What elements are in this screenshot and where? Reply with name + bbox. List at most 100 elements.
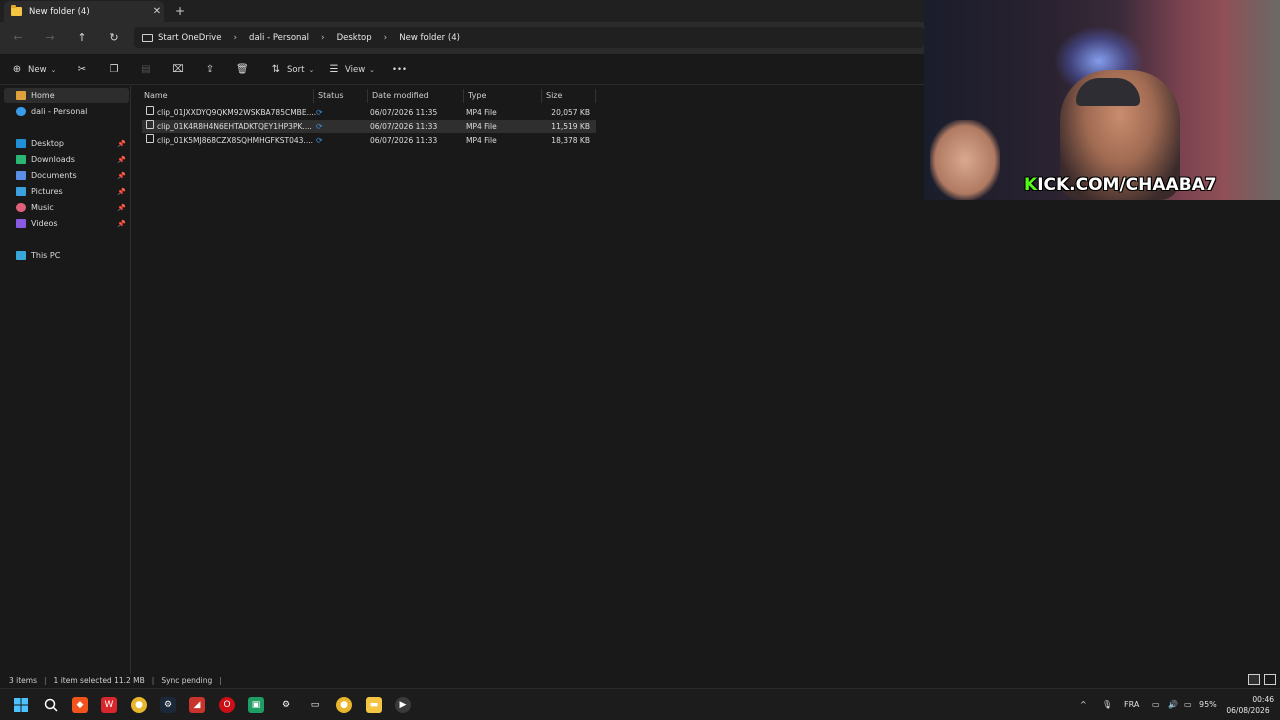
sort-label: Sort <box>287 65 305 75</box>
sidebar-item-music[interactable]: Music 📌 <box>4 200 129 215</box>
breadcrumb-dali-personal[interactable]: dali - Personal <box>249 33 309 43</box>
sidebar-item-onedrive[interactable]: dali - Personal <box>4 104 129 119</box>
breadcrumb-desktop[interactable]: Desktop <box>337 33 372 43</box>
sidebar-item-label: Downloads <box>31 155 75 164</box>
tab-new-folder[interactable]: New folder (4) ✕ <box>4 1 164 22</box>
steam-icon[interactable]: ⚙ <box>160 697 176 713</box>
status-bar: 3 items | 1 item selected 11.2 MB | Sync… <box>0 672 1280 688</box>
sidebar-item-videos[interactable]: Videos 📌 <box>4 216 129 231</box>
pin-icon[interactable]: 📌 <box>117 172 126 180</box>
pin-icon[interactable]: 📌 <box>117 156 126 164</box>
microphone-icon[interactable]: 🎙 <box>1102 700 1112 709</box>
pin-icon[interactable]: 📌 <box>117 188 126 196</box>
terminal-icon[interactable]: ▭ <box>307 697 323 713</box>
breadcrumb-start-onedrive[interactable]: Start OneDrive <box>158 33 221 43</box>
settings-gear-icon[interactable]: ⚙ <box>278 697 294 713</box>
pictures-icon <box>16 187 26 196</box>
chevron-right-icon[interactable]: › <box>321 33 325 43</box>
sidebar-item-label: Pictures <box>31 187 63 196</box>
trash-icon: 🗑 <box>236 64 249 75</box>
file-type: MP4 File <box>466 122 497 131</box>
copy-icon: ❐ <box>109 64 119 75</box>
view-button[interactable]: ☰ View ⌄ <box>328 63 376 77</box>
forward-button[interactable]: → <box>42 30 58 46</box>
chevron-up-icon[interactable]: ^ <box>1080 700 1087 709</box>
more-icon: ••• <box>392 65 408 75</box>
paste-button[interactable]: ▤ <box>140 63 152 77</box>
display-icon[interactable]: ▭ <box>1152 700 1160 709</box>
divider: | <box>151 675 155 685</box>
app-green-icon[interactable]: ▣ <box>248 697 264 713</box>
tiles-view-icon[interactable] <box>1264 674 1276 685</box>
sort-button[interactable]: ⇅ Sort ⌄ <box>270 63 315 77</box>
share-button[interactable]: ⇪ <box>204 63 216 77</box>
chevron-right-icon[interactable]: › <box>384 33 388 43</box>
column-header-size[interactable]: Size <box>542 89 596 103</box>
column-header-date[interactable]: Date modified <box>368 89 464 103</box>
navigation-pane: Home dali - Personal Desktop 📌 Downloads… <box>0 86 131 674</box>
video-file-icon <box>146 134 154 143</box>
breadcrumb-new-folder[interactable]: New folder (4) <box>399 33 460 43</box>
search-icon[interactable] <box>43 697 59 713</box>
pin-icon[interactable]: 📌 <box>117 140 126 148</box>
cut-button[interactable]: ✂ <box>76 63 88 77</box>
sidebar-item-label: dali - Personal <box>31 107 88 116</box>
up-button[interactable]: ↑ <box>74 30 90 46</box>
table-row[interactable]: clip_01K5MJ868CZX8SQHMHGFKST043.... ⟳ 06… <box>142 134 596 147</box>
column-header-status[interactable]: Status <box>314 89 368 103</box>
pin-icon[interactable]: 📌 <box>117 204 126 212</box>
sidebar-item-home[interactable]: Home <box>4 88 129 103</box>
close-tab-icon[interactable]: ✕ <box>150 6 164 17</box>
hand-image <box>930 120 1000 200</box>
sort-icon: ⇅ <box>271 64 281 75</box>
sidebar-item-documents[interactable]: Documents 📌 <box>4 168 129 183</box>
sidebar-item-downloads[interactable]: Downloads 📌 <box>4 152 129 167</box>
language-indicator[interactable]: FRA <box>1124 700 1139 709</box>
pin-icon[interactable]: 📌 <box>117 220 126 228</box>
sidebar-item-pictures[interactable]: Pictures 📌 <box>4 184 129 199</box>
file-size: 11,519 KB <box>551 122 590 131</box>
new-tab-button[interactable]: + <box>172 3 188 19</box>
chevron-right-icon[interactable]: › <box>233 33 237 43</box>
divider: | <box>219 675 222 685</box>
details-view-icon[interactable] <box>1248 674 1260 685</box>
chrome-icon[interactable]: ● <box>131 697 147 713</box>
table-row[interactable]: clip_01K4R8H4N6EHTADKTQEY1HP3PK.... ⟳ 06… <box>142 120 596 133</box>
brave-browser-icon[interactable]: ◆ <box>72 697 88 713</box>
sidebar-item-this-pc[interactable]: This PC <box>4 248 129 263</box>
table-row[interactable]: clip_01JXXDYQ9QKM92WSKBA785CMBE.... ⟳ 06… <box>142 106 596 119</box>
chevron-down-icon: ⌄ <box>369 66 376 74</box>
back-button[interactable]: ← <box>10 30 26 46</box>
refresh-button[interactable]: ↻ <box>106 30 122 46</box>
file-size: 20,057 KB <box>551 108 590 117</box>
opera-icon[interactable]: O <box>219 697 235 713</box>
rename-icon: ⌧ <box>172 64 184 75</box>
more-options-button[interactable]: ••• <box>392 63 407 77</box>
rename-button[interactable]: ⌧ <box>172 63 184 77</box>
downloads-icon <box>16 155 26 164</box>
folder-icon <box>11 5 22 16</box>
column-header-name[interactable]: Name <box>140 89 314 103</box>
time: 00:46 <box>1252 695 1274 704</box>
clock[interactable]: 00:46 06/08/2026 <box>1222 694 1274 716</box>
sidebar-item-label: Desktop <box>31 139 64 148</box>
windows-start-icon[interactable] <box>13 697 29 713</box>
volume-icon[interactable]: 🔊 <box>1168 700 1178 709</box>
delete-button[interactable]: 🗑 <box>236 63 249 77</box>
copy-button[interactable]: ❐ <box>108 63 120 77</box>
media-player-icon[interactable]: ▶ <box>395 697 411 713</box>
sidebar-item-desktop[interactable]: Desktop 📌 <box>4 136 129 151</box>
address-bar[interactable]: Start OneDrive › dali - Personal › Deskt… <box>134 27 924 48</box>
app-red-icon[interactable]: ◢ <box>189 697 205 713</box>
file-type: MP4 File <box>466 136 497 145</box>
plus-circle-icon: ⊕ <box>12 64 22 75</box>
file-name: clip_01K5MJ868CZX8SQHMHGFKST043.... <box>157 136 313 145</box>
file-explorer-icon[interactable]: ▬ <box>366 697 382 713</box>
new-button[interactable]: ⊕ New ⌄ <box>11 63 57 77</box>
wps-office-icon[interactable]: W <box>101 697 117 713</box>
column-header-type[interactable]: Type <box>464 89 542 103</box>
battery-icon[interactable]: ▭ <box>1184 700 1192 709</box>
chrome-profile-icon[interactable]: ● <box>336 697 352 713</box>
sidebar-item-label: Home <box>31 91 55 100</box>
scissors-icon: ✂ <box>77 64 87 75</box>
